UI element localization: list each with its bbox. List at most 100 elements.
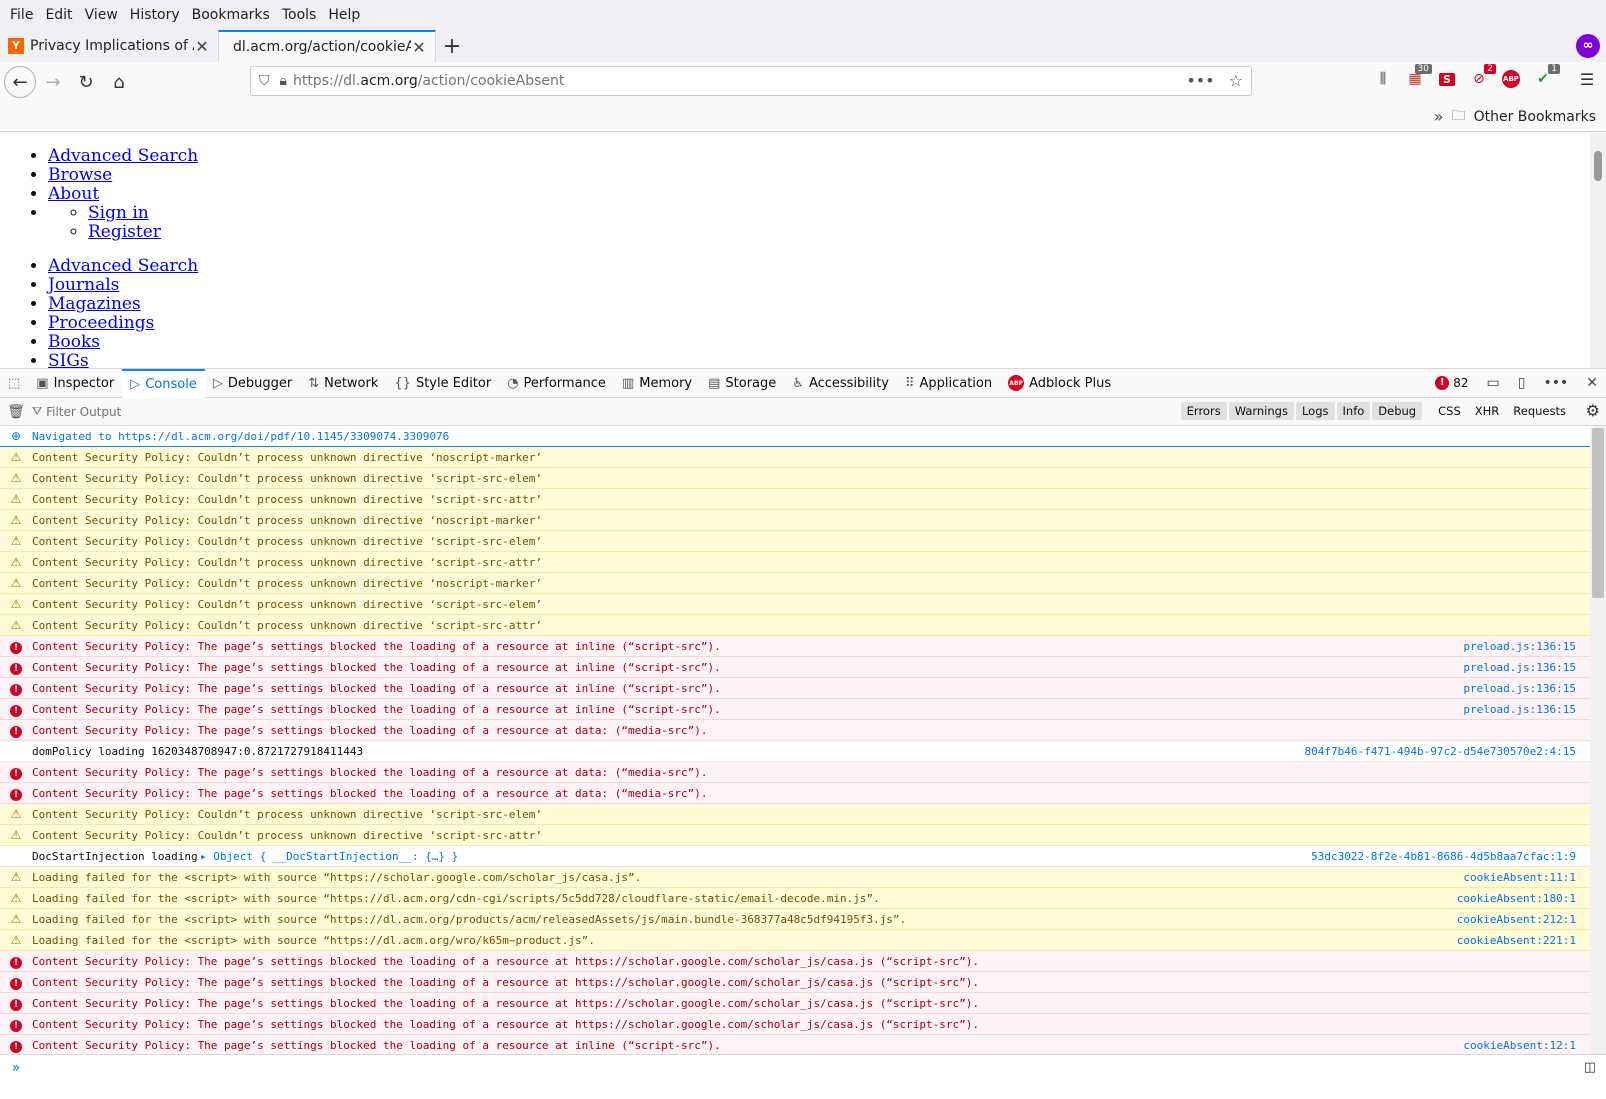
link-proceedings[interactable]: Proceedings	[48, 313, 154, 333]
console-object-preview[interactable]: ▸ Object { __DocStartInjection__: {…} }	[200, 850, 458, 863]
more-options-icon[interactable]: •••	[1543, 375, 1568, 391]
shield-icon[interactable]: ⛉	[259, 73, 270, 89]
tab-memory[interactable]: ▥ Memory	[614, 369, 700, 398]
warning-icon: ⚠	[10, 807, 22, 821]
filter-errors[interactable]: Errors	[1180, 402, 1227, 420]
library-icon[interactable]: ⫼	[1372, 68, 1394, 90]
error-icon: !	[0, 996, 32, 1011]
link-sigs[interactable]: SIGs	[48, 351, 89, 369]
scrollbar-thumb[interactable]	[1594, 151, 1602, 181]
filter-xhr[interactable]: XHR	[1469, 402, 1506, 420]
chevron-double-right-icon[interactable]: »	[1434, 107, 1444, 126]
link-magazines[interactable]: Magazines	[48, 294, 141, 314]
console-source-link[interactable]: preload.js:136:15	[1463, 640, 1576, 653]
element-picker-button[interactable]: ⬚	[0, 369, 28, 398]
menu-help[interactable]: Help	[322, 7, 366, 23]
tab-application[interactable]: ⠿ Application	[897, 369, 1000, 398]
nav-bar: ← → ↻ ⌂ ⛉ 🔒︎ https://dl. acm.org/action/c…	[0, 62, 1606, 102]
console-message-text: Content Security Policy: Couldn’t proces…	[32, 555, 542, 569]
scrollbar-thumb[interactable]	[1592, 428, 1604, 598]
console-source-link[interactable]: preload.js:136:15	[1463, 703, 1576, 716]
console-message: ! Content Security Policy: The page’s set…	[0, 699, 1590, 720]
tab-debugger[interactable]: ▷ Debugger	[205, 369, 300, 398]
page-actions-icon[interactable]: •••	[1186, 71, 1214, 90]
link-about[interactable]: About	[48, 184, 99, 204]
filter-logs[interactable]: Logs	[1295, 402, 1335, 420]
link-journals[interactable]: Journals	[48, 275, 119, 295]
menu-file[interactable]: File	[4, 7, 39, 23]
link-advanced-search-2[interactable]: Advanced Search	[48, 256, 198, 276]
other-bookmarks[interactable]: Other Bookmarks	[1474, 109, 1596, 125]
tab-label: Accessibility	[808, 375, 889, 391]
close-tab-icon[interactable]: ✕	[411, 38, 427, 57]
menu-bookmarks[interactable]: Bookmarks	[186, 7, 276, 23]
settings-gear-icon[interactable]: ⚙	[1586, 401, 1600, 420]
tab-performance[interactable]: ◔ Performance	[499, 369, 614, 398]
tab-storage[interactable]: ▤ Storage	[700, 369, 784, 398]
console-source-link[interactable]: cookieAbsent:11:1	[1463, 871, 1576, 884]
console-message: ⊕ Navigated to https://dl.acm.org/doi/pdf…	[0, 426, 1590, 447]
console-source-link[interactable]: preload.js:136:15	[1463, 682, 1576, 695]
console-scrollbar[interactable]	[1590, 426, 1606, 1054]
tab-network[interactable]: ⇅ Network	[300, 369, 386, 398]
page-scrollbar[interactable]	[1590, 133, 1606, 368]
menu-view[interactable]: View	[79, 7, 124, 23]
bookmark-star-icon[interactable]: ☆	[1229, 71, 1243, 90]
link-browse[interactable]: Browse	[48, 165, 112, 185]
split-console-icon[interactable]: ▭	[1487, 375, 1500, 391]
console-source-link[interactable]: cookieAbsent:180:1	[1457, 892, 1576, 905]
filter-requests[interactable]: Requests	[1507, 402, 1572, 420]
braces-icon: {}	[394, 375, 411, 391]
menu-tools[interactable]: Tools	[276, 7, 323, 23]
extension-s-icon[interactable]: S	[1436, 68, 1458, 90]
clear-console-icon[interactable]: 🗑︎	[0, 404, 32, 420]
console-output: ⊕ Navigated to https://dl.acm.org/doi/pdf…	[0, 426, 1590, 1054]
console-message-text: Content Security Policy: The page’s sett…	[32, 765, 708, 779]
tab-cookie-absent[interactable]: dl.acm.org/action/cookieAbsent ✕	[218, 30, 436, 62]
extension-shield-icon[interactable]: ⊘ 2	[1468, 64, 1496, 90]
tab-console[interactable]: ▷ Console	[122, 368, 205, 398]
console-source-link[interactable]: cookieAbsent:221:1	[1457, 934, 1576, 947]
console-message-text: Loading failed for the <script> with sou…	[32, 870, 642, 884]
link-sign-in[interactable]: Sign in	[88, 203, 149, 223]
warning-icon: ⚠	[10, 891, 22, 905]
list-item: Proceedings	[48, 314, 1590, 333]
close-tab-icon[interactable]: ✕	[194, 37, 210, 56]
url-bar[interactable]: ⛉ 🔒︎ https://dl. acm.org/action/cookieAbs…	[250, 66, 1252, 96]
close-devtools-icon[interactable]: ✕	[1586, 375, 1598, 391]
editor-mode-icon[interactable]: ◫	[1584, 1060, 1596, 1075]
console-source-link[interactable]: 53dc3022-8f2e-4b81-8686-4d5b8aa7cfac:1:9	[1311, 850, 1576, 863]
tab-adblock-plus[interactable]: ABP Adblock Plus	[1000, 369, 1119, 398]
filter-debug[interactable]: Debug	[1372, 402, 1423, 420]
tab-inspector[interactable]: ▣ Inspector	[28, 369, 122, 398]
tab-accessibility[interactable]: ♿︎ Accessibility	[784, 369, 897, 398]
console-source-link[interactable]: cookieAbsent:12:1	[1463, 1039, 1576, 1052]
filter-css[interactable]: CSS	[1432, 402, 1467, 420]
reload-button[interactable]: ↻	[70, 66, 102, 98]
console-source-link[interactable]: 804f7b46-f471-494b-97c2-d54e730570e2:4:1…	[1304, 745, 1576, 758]
new-tab-button[interactable]: +	[436, 30, 468, 62]
filter-warnings[interactable]: Warnings	[1228, 402, 1294, 420]
forward-button[interactable]: →	[37, 66, 69, 98]
filter-info[interactable]: Info	[1336, 402, 1371, 420]
error-count[interactable]: ! 82	[1435, 376, 1469, 390]
extension-calendar-icon[interactable]: ▦ 30	[1404, 64, 1432, 90]
hamburger-menu-icon[interactable]: ☰	[1576, 68, 1598, 90]
menu-history[interactable]: History	[124, 7, 186, 23]
back-button[interactable]: ←	[4, 66, 36, 98]
console-message: ! Content Security Policy: The page’s set…	[0, 762, 1590, 783]
console-source-link[interactable]: preload.js:136:15	[1463, 661, 1576, 674]
adblock-plus-icon[interactable]: ABP	[1500, 68, 1522, 90]
tab-style-editor[interactable]: {} Style Editor	[386, 369, 499, 398]
extension-check-icon[interactable]: ✔ 1	[1532, 64, 1560, 90]
link-advanced-search[interactable]: Advanced Search	[48, 146, 198, 166]
home-button[interactable]: ⌂	[103, 66, 135, 98]
dock-side-icon[interactable]: ▯	[1518, 375, 1526, 391]
console-source-link[interactable]: cookieAbsent:212:1	[1457, 913, 1576, 926]
menu-edit[interactable]: Edit	[39, 7, 78, 23]
link-register[interactable]: Register	[88, 222, 161, 242]
console-input[interactable]: » ◫	[0, 1054, 1606, 1080]
lock-icon[interactable]: 🔒︎	[280, 73, 287, 89]
link-books[interactable]: Books	[48, 332, 100, 352]
tab-privacy[interactable]: Y Privacy Implications of Acc ✕	[0, 30, 218, 62]
